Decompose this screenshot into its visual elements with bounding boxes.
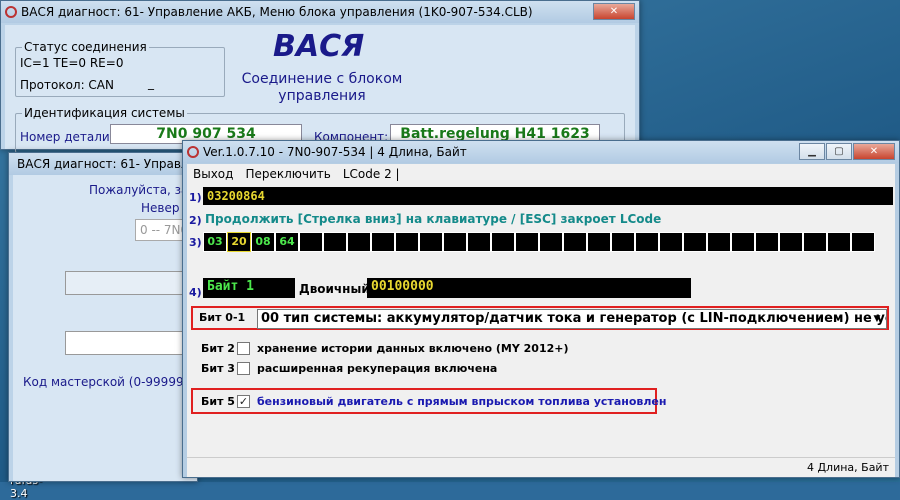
login-prompt: Пожалуйста, за bbox=[89, 183, 189, 197]
row4-number: 4) bbox=[189, 286, 202, 299]
byte-cell[interactable] bbox=[803, 232, 827, 252]
byte-cell[interactable] bbox=[683, 232, 707, 252]
lcode-app-icon bbox=[187, 146, 199, 158]
byte-cell[interactable]: 20 bbox=[227, 232, 251, 252]
menu-exit[interactable]: Выход bbox=[187, 167, 239, 181]
row2-number: 2) bbox=[189, 214, 202, 227]
ident-group-title: Идентификация системы bbox=[22, 106, 187, 120]
login-input[interactable] bbox=[65, 271, 195, 295]
byte-cell[interactable]: 64 bbox=[275, 232, 299, 252]
byte-cell[interactable] bbox=[443, 232, 467, 252]
byte-cell[interactable] bbox=[491, 232, 515, 252]
bit5-checkbox[interactable]: ✓ bbox=[237, 395, 250, 408]
chevron-down-icon: ▼ bbox=[873, 314, 881, 324]
status-group: Статус соединения IC=1 TE=0 RE=0 Протоко… bbox=[15, 40, 225, 97]
main-window: ВАСЯ диагност: 61- Управление АКБ, Меню … bbox=[0, 0, 640, 153]
bit3-checkbox[interactable] bbox=[237, 362, 250, 375]
byte-cell[interactable] bbox=[827, 232, 851, 252]
status-line: IC=1 TE=0 RE=0 bbox=[20, 56, 124, 70]
protocol-value: _ bbox=[148, 76, 154, 90]
bit01-label: Бит 0-1 bbox=[199, 311, 246, 324]
main-window-titlebar[interactable]: ВАСЯ диагност: 61- Управление АКБ, Меню … bbox=[1, 1, 639, 23]
protocol-label: Протокол: CAN bbox=[20, 78, 114, 92]
bit5-text: бензиновый двигатель с прямым впрыском т… bbox=[257, 395, 667, 408]
secondary-window-title: ВАСЯ диагност: 61- Управлени bbox=[17, 157, 197, 171]
bit01-select-value: 00 тип системы: аккумулятор/датчик тока … bbox=[261, 311, 886, 326]
byte-cell[interactable] bbox=[467, 232, 491, 252]
row3-number: 3) bbox=[189, 236, 202, 249]
vasya-logo: ВАСЯ bbox=[273, 29, 365, 64]
row1-number: 1) bbox=[189, 191, 202, 204]
lcode-window: Ver.1.0.7.10 - 7N0-907-534 | 4 Длина, Ба… bbox=[182, 140, 900, 478]
bit3-label: Бит 3 bbox=[201, 362, 235, 375]
menu-lcode2[interactable]: LCode 2 | bbox=[337, 167, 406, 181]
lcode-client: 1) 03200864 2) Продолжить [Стрелка вниз]… bbox=[187, 184, 895, 457]
login-error: Невер bbox=[141, 201, 180, 215]
byte-cell[interactable] bbox=[299, 232, 323, 252]
menu-switch[interactable]: Переключить bbox=[239, 167, 336, 181]
status-group-title: Статус соединения bbox=[22, 40, 149, 54]
workshop-code-label: Код мастерской (0-99999): bbox=[23, 375, 193, 389]
byte-cell[interactable] bbox=[731, 232, 755, 252]
connection-text: Соединение с блоком управления bbox=[241, 71, 403, 104]
byte-cell[interactable] bbox=[371, 232, 395, 252]
bit3-text: расширенная рекуперация включена bbox=[257, 362, 498, 375]
byte-cell[interactable] bbox=[755, 232, 779, 252]
secondary-window-titlebar[interactable]: ВАСЯ диагност: 61- Управлени bbox=[9, 153, 197, 175]
byte-cell[interactable]: 03 bbox=[203, 232, 227, 252]
byte-cell[interactable] bbox=[539, 232, 563, 252]
byte-cell[interactable] bbox=[611, 232, 635, 252]
lcode-value-field[interactable]: 03200864 bbox=[203, 187, 893, 205]
statusbar: 4 Длина, Байт bbox=[187, 457, 895, 477]
close-button[interactable]: ✕ bbox=[593, 3, 635, 20]
bit2-checkbox[interactable] bbox=[237, 342, 250, 355]
app-icon bbox=[5, 6, 17, 18]
password-input[interactable] bbox=[65, 331, 195, 355]
lcode-titlebar[interactable]: Ver.1.0.7.10 - 7N0-907-534 | 4 Длина, Ба… bbox=[183, 141, 899, 163]
byte-cell[interactable] bbox=[707, 232, 731, 252]
binary-label: Двоичный: bbox=[299, 282, 375, 296]
byte-cell[interactable] bbox=[779, 232, 803, 252]
bit5-label: Бит 5 bbox=[201, 395, 235, 408]
bit2-text: хранение истории данных включено (MY 201… bbox=[257, 342, 569, 355]
byte-cell[interactable] bbox=[635, 232, 659, 252]
byte-cell[interactable] bbox=[587, 232, 611, 252]
maximize-button[interactable]: ▢ bbox=[826, 143, 852, 160]
byte-cell[interactable] bbox=[323, 232, 347, 252]
byte-cell[interactable] bbox=[395, 232, 419, 252]
byte-cell[interactable] bbox=[515, 232, 539, 252]
binary-value: 00100000 bbox=[367, 278, 691, 298]
main-window-title: ВАСЯ диагност: 61- Управление АКБ, Меню … bbox=[21, 5, 533, 19]
byte-cell[interactable]: 08 bbox=[251, 232, 275, 252]
byte-cell[interactable] bbox=[347, 232, 371, 252]
part-number-label: Номер детали: bbox=[20, 130, 114, 144]
byte-cell[interactable] bbox=[419, 232, 443, 252]
status-text: 4 Длина, Байт bbox=[806, 461, 889, 474]
secondary-window: ВАСЯ диагност: 61- Управлени Пожалуйста,… bbox=[8, 152, 198, 482]
instructions-text: Продолжить [Стрелка вниз] на клавиатуре … bbox=[205, 212, 662, 226]
bit2-label: Бит 2 bbox=[201, 342, 235, 355]
byte-cell[interactable] bbox=[563, 232, 587, 252]
bit01-select[interactable]: 00 тип системы: аккумулятор/датчик тока … bbox=[257, 309, 887, 329]
lcode-title: Ver.1.0.7.10 - 7N0-907-534 | 4 Длина, Ба… bbox=[203, 145, 467, 159]
byte-cell[interactable] bbox=[851, 232, 875, 252]
lcode-close-button[interactable]: ✕ bbox=[853, 143, 895, 160]
byte-cell[interactable] bbox=[659, 232, 683, 252]
byte-label: Байт 1 bbox=[203, 278, 295, 298]
menubar: Выход Переключить LCode 2 | bbox=[187, 164, 895, 184]
minimize-button[interactable]: ▁ bbox=[799, 143, 825, 160]
